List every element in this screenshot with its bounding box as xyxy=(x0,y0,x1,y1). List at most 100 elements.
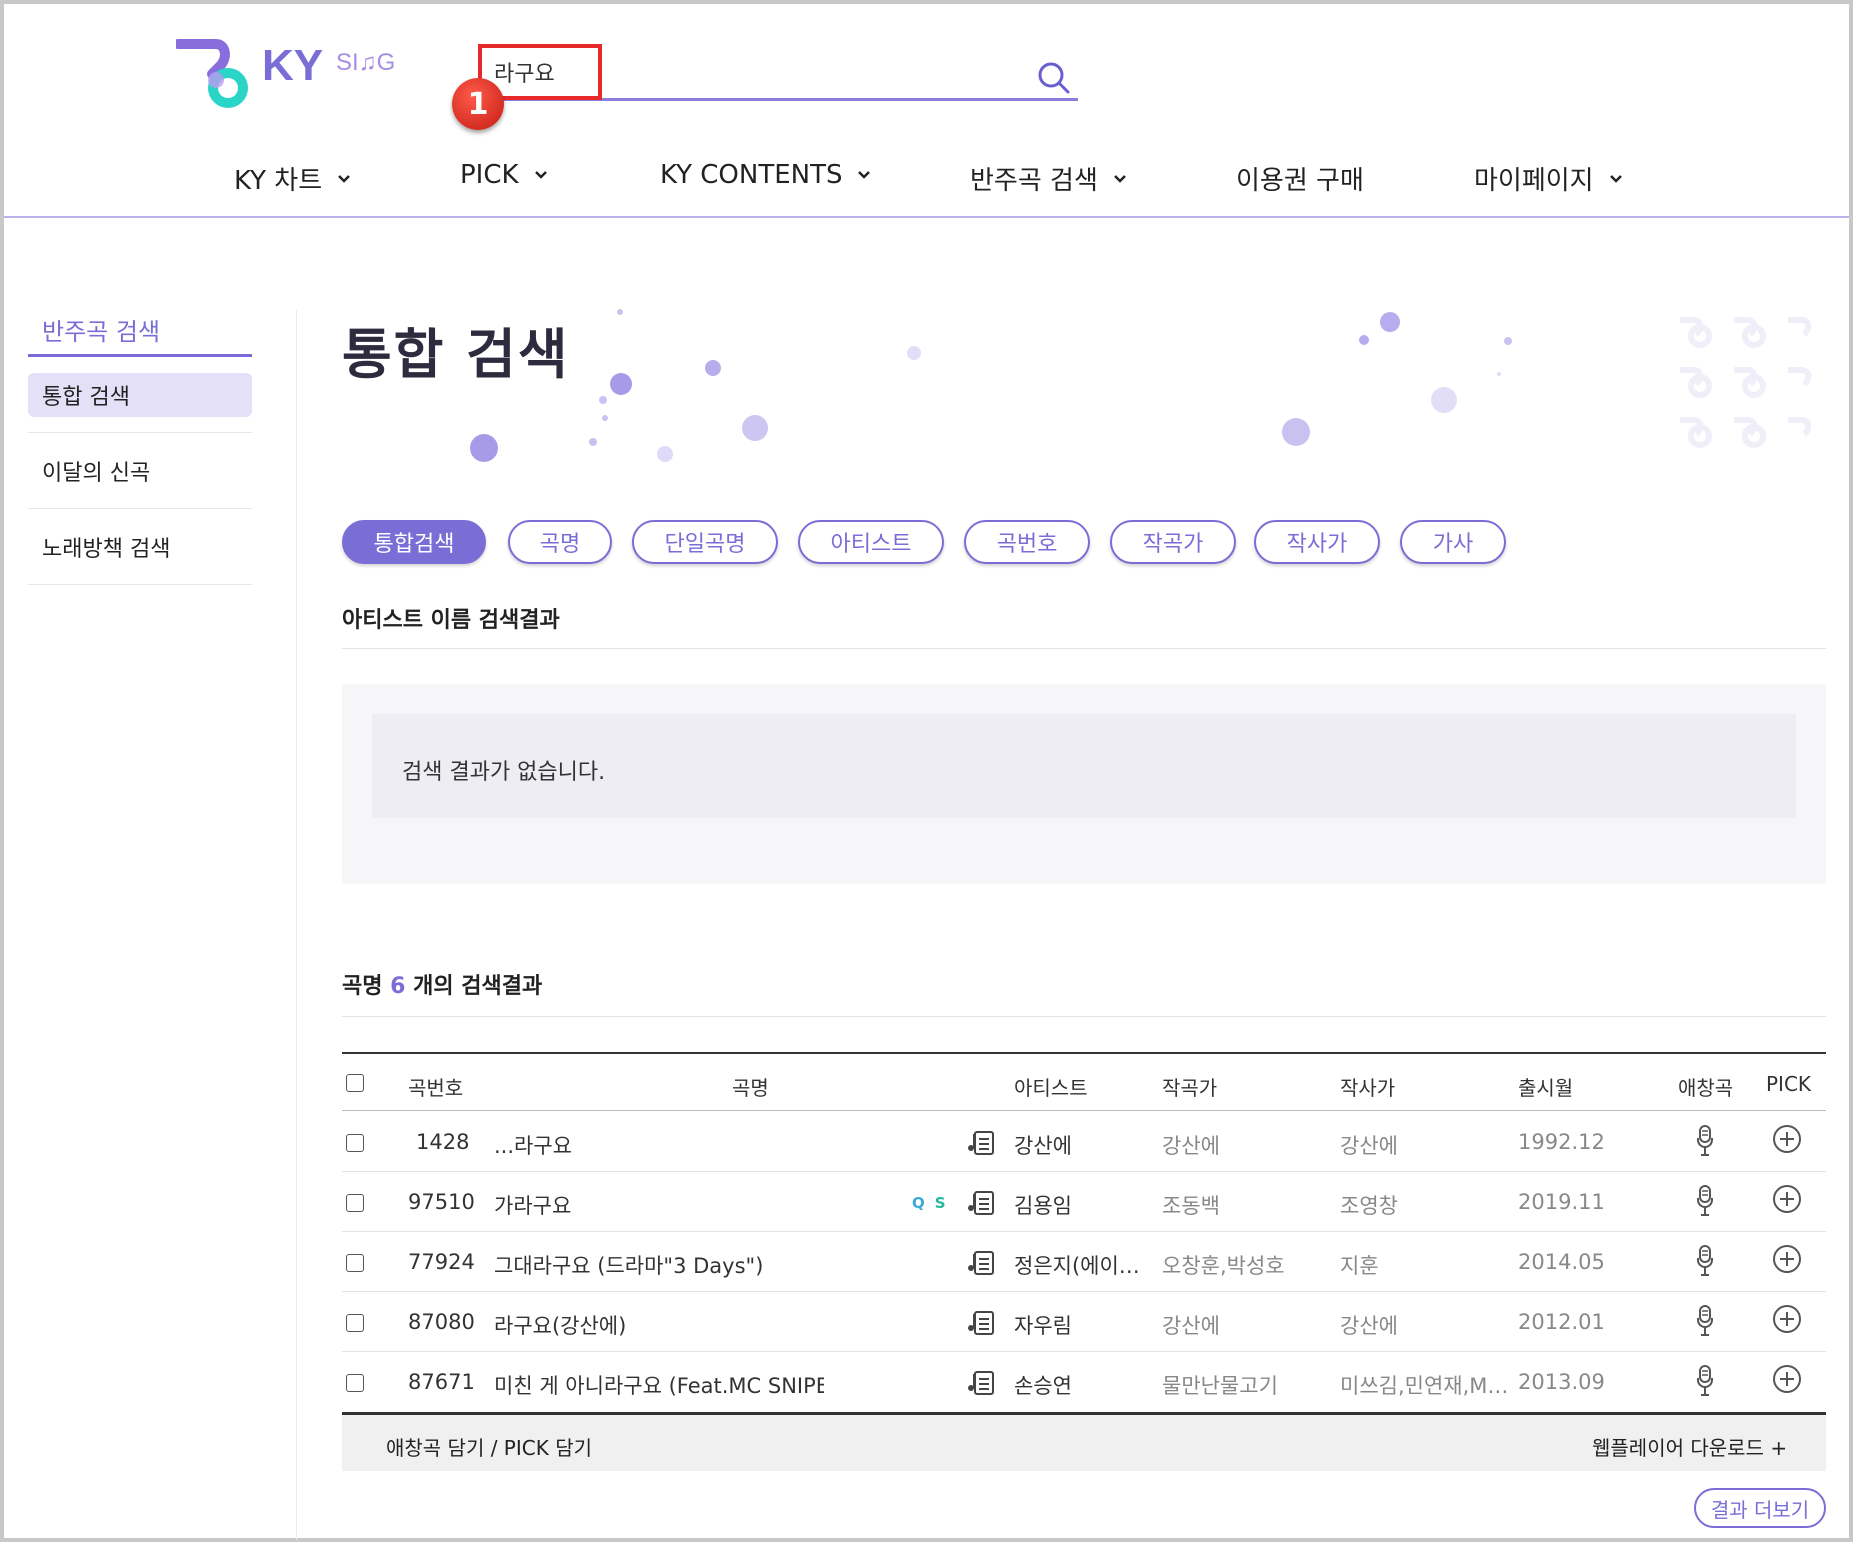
row-checkbox[interactable] xyxy=(346,1374,364,1392)
artist-name[interactable]: 자우림 xyxy=(1014,1310,1144,1340)
microphone-icon[interactable] xyxy=(1694,1244,1716,1278)
nav-label: PICK xyxy=(460,160,519,190)
nav-label: 반주곡 검색 xyxy=(970,166,1098,196)
tab-composer[interactable]: 작곡가 xyxy=(1110,520,1236,564)
tab-lyricist[interactable]: 작사가 xyxy=(1254,520,1380,564)
song-number: 97510 xyxy=(408,1190,475,1214)
lyricist-name: 강산에 xyxy=(1340,1134,1398,1158)
section-divider xyxy=(342,648,1826,649)
add-pick-icon[interactable] xyxy=(1772,1244,1802,1274)
sidebar-title: 반주곡 검색 xyxy=(42,318,161,346)
add-pick-icon[interactable] xyxy=(1772,1184,1802,1214)
music-sheet-icon[interactable] xyxy=(966,1368,996,1396)
composer-name: 강산에 xyxy=(1162,1134,1220,1158)
row-checkbox[interactable] xyxy=(346,1254,364,1272)
sidebar-divider xyxy=(28,584,252,585)
song-number: 77924 xyxy=(408,1250,475,1274)
result-count: 6 xyxy=(390,974,406,999)
composer-name: 조동백 xyxy=(1162,1194,1220,1218)
column-header-number: 곡번호 xyxy=(408,1076,464,1100)
release-date: 2013.09 xyxy=(1518,1370,1605,1394)
nav-ky-chart[interactable]: KY 차트 xyxy=(234,160,352,197)
table-top-border xyxy=(342,1052,1826,1054)
nav-song-search[interactable]: 반주곡 검색 xyxy=(970,160,1128,197)
column-header-release: 출시월 xyxy=(1518,1076,1574,1100)
song-number: 87080 xyxy=(408,1310,475,1334)
add-pick-icon[interactable] xyxy=(1772,1124,1802,1154)
s-badge: S xyxy=(934,1194,956,1212)
microphone-icon[interactable] xyxy=(1694,1184,1716,1218)
nav-label: KY 차트 xyxy=(234,166,323,196)
microphone-icon[interactable] xyxy=(1694,1364,1716,1398)
music-sheet-icon[interactable] xyxy=(966,1188,996,1216)
step-marker: 1 xyxy=(452,78,504,130)
release-date: 2019.11 xyxy=(1518,1190,1605,1214)
artist-name[interactable]: 김용임 xyxy=(1014,1190,1144,1220)
nav-label: KY CONTENTS xyxy=(660,160,843,190)
tab-single-title[interactable]: 단일곡명 xyxy=(632,520,778,564)
tab-artist[interactable]: 아티스트 xyxy=(798,520,944,564)
artist-name[interactable]: 손승연 xyxy=(1014,1370,1144,1400)
main-nav: KY 차트 PICK KY CONTENTS 반주곡 검색 이용권 구매 마이페… xyxy=(0,160,1853,220)
column-header-pick: PICK xyxy=(1766,1072,1812,1096)
artist-name[interactable]: 강산에 xyxy=(1014,1130,1144,1160)
tab-song-number[interactable]: 곡번호 xyxy=(964,520,1090,564)
lyricist-name: 조영창 xyxy=(1340,1194,1398,1218)
row-checkbox[interactable] xyxy=(346,1134,364,1152)
artist-name[interactable]: 정은지(에이… xyxy=(1014,1250,1144,1280)
song-title[interactable]: ...라구요 xyxy=(494,1130,824,1160)
song-title[interactable]: 라구요(강산에) xyxy=(494,1310,824,1340)
select-all-checkbox[interactable] xyxy=(346,1074,364,1092)
heading-suffix: 개의 검색결과 xyxy=(413,974,543,999)
empty-message: 검색 결과가 없습니다. xyxy=(402,760,606,785)
heading-prefix: 곡명 xyxy=(342,974,383,999)
table-header-divider xyxy=(342,1110,1826,1111)
release-date: 1992.12 xyxy=(1518,1130,1605,1154)
sidebar-item-new-songs[interactable]: 이달의 신곡 xyxy=(28,449,252,493)
tab-integrated[interactable]: 통합검색 xyxy=(342,520,486,564)
sidebar-divider xyxy=(28,432,252,433)
table-row[interactable]: 77924 그대라구요 (드라마"3 Days") 정은지(에이… 오창훈,박성호 지훈… xyxy=(342,1232,1826,1292)
column-header-artist: 아티스트 xyxy=(1014,1076,1088,1100)
table-row[interactable]: 87080 라구요(강산에) 자우림 강산에 강산에 2012.01 xyxy=(342,1292,1826,1352)
music-sheet-icon[interactable] xyxy=(966,1248,996,1276)
song-title[interactable]: 가라구요 xyxy=(494,1190,824,1220)
release-date: 2012.01 xyxy=(1518,1310,1605,1334)
tab-lyrics[interactable]: 가사 xyxy=(1400,520,1506,564)
music-sheet-icon[interactable] xyxy=(966,1308,996,1336)
composer-name: 강산에 xyxy=(1162,1314,1220,1338)
music-sheet-icon[interactable] xyxy=(966,1128,996,1156)
section-divider xyxy=(342,1016,1826,1017)
lyricist-name: 강산에 xyxy=(1340,1314,1398,1338)
add-pick-icon[interactable] xyxy=(1772,1304,1802,1334)
table-row[interactable]: 87671 미친 게 아니라구요 (Feat.MC SNIPER) 손승연 물만난물고… xyxy=(342,1352,1826,1412)
table-row[interactable]: 97510 가라구요 QS 김용임 조동백 조영창 2019.11 xyxy=(342,1172,1826,1232)
nav-ky-contents[interactable]: KY CONTENTS xyxy=(660,160,872,190)
row-checkbox[interactable] xyxy=(346,1314,364,1332)
microphone-icon[interactable] xyxy=(1694,1304,1716,1338)
add-favorite-pick-button[interactable]: 애창곡 담기 / PICK 담기 xyxy=(386,1432,592,1461)
sidebar-title-underline xyxy=(28,354,252,357)
add-pick-icon[interactable] xyxy=(1772,1364,1802,1394)
song-title[interactable]: 그대라구요 (드라마"3 Days") xyxy=(494,1250,824,1280)
nav-pick[interactable]: PICK xyxy=(460,160,549,190)
search-icon[interactable] xyxy=(1036,60,1072,96)
sidebar-item-integrated-search[interactable]: 통합 검색 xyxy=(28,373,252,417)
more-results-button[interactable]: 결과 더보기 xyxy=(1694,1488,1826,1528)
song-title[interactable]: 미친 게 아니라구요 (Feat.MC SNIPER) xyxy=(494,1370,824,1400)
sidebar-border xyxy=(296,310,297,1540)
tab-title[interactable]: 곡명 xyxy=(508,520,612,564)
sidebar-item-karaoke-book[interactable]: 노래방책 검색 xyxy=(28,525,252,569)
kysing-logo[interactable]: KY SI♫G xyxy=(176,38,416,114)
nav-label: 마이페이지 xyxy=(1474,166,1594,196)
chevron-down-icon xyxy=(858,171,871,179)
song-results-heading: 곡명 6 개의 검색결과 xyxy=(342,968,542,1000)
sidebar-divider xyxy=(28,508,252,509)
table-row[interactable]: 1428 ...라구요 강산에 강산에 강산에 1992.12 xyxy=(342,1112,1826,1172)
nav-mypage[interactable]: 마이페이지 xyxy=(1474,160,1624,197)
webplayer-download-link[interactable]: 웹플레이어 다운로드 + xyxy=(1592,1432,1787,1461)
row-checkbox[interactable] xyxy=(346,1194,364,1212)
chevron-down-icon xyxy=(1609,174,1622,183)
microphone-icon[interactable] xyxy=(1694,1124,1716,1158)
nav-buy-pass[interactable]: 이용권 구매 xyxy=(1236,160,1364,197)
